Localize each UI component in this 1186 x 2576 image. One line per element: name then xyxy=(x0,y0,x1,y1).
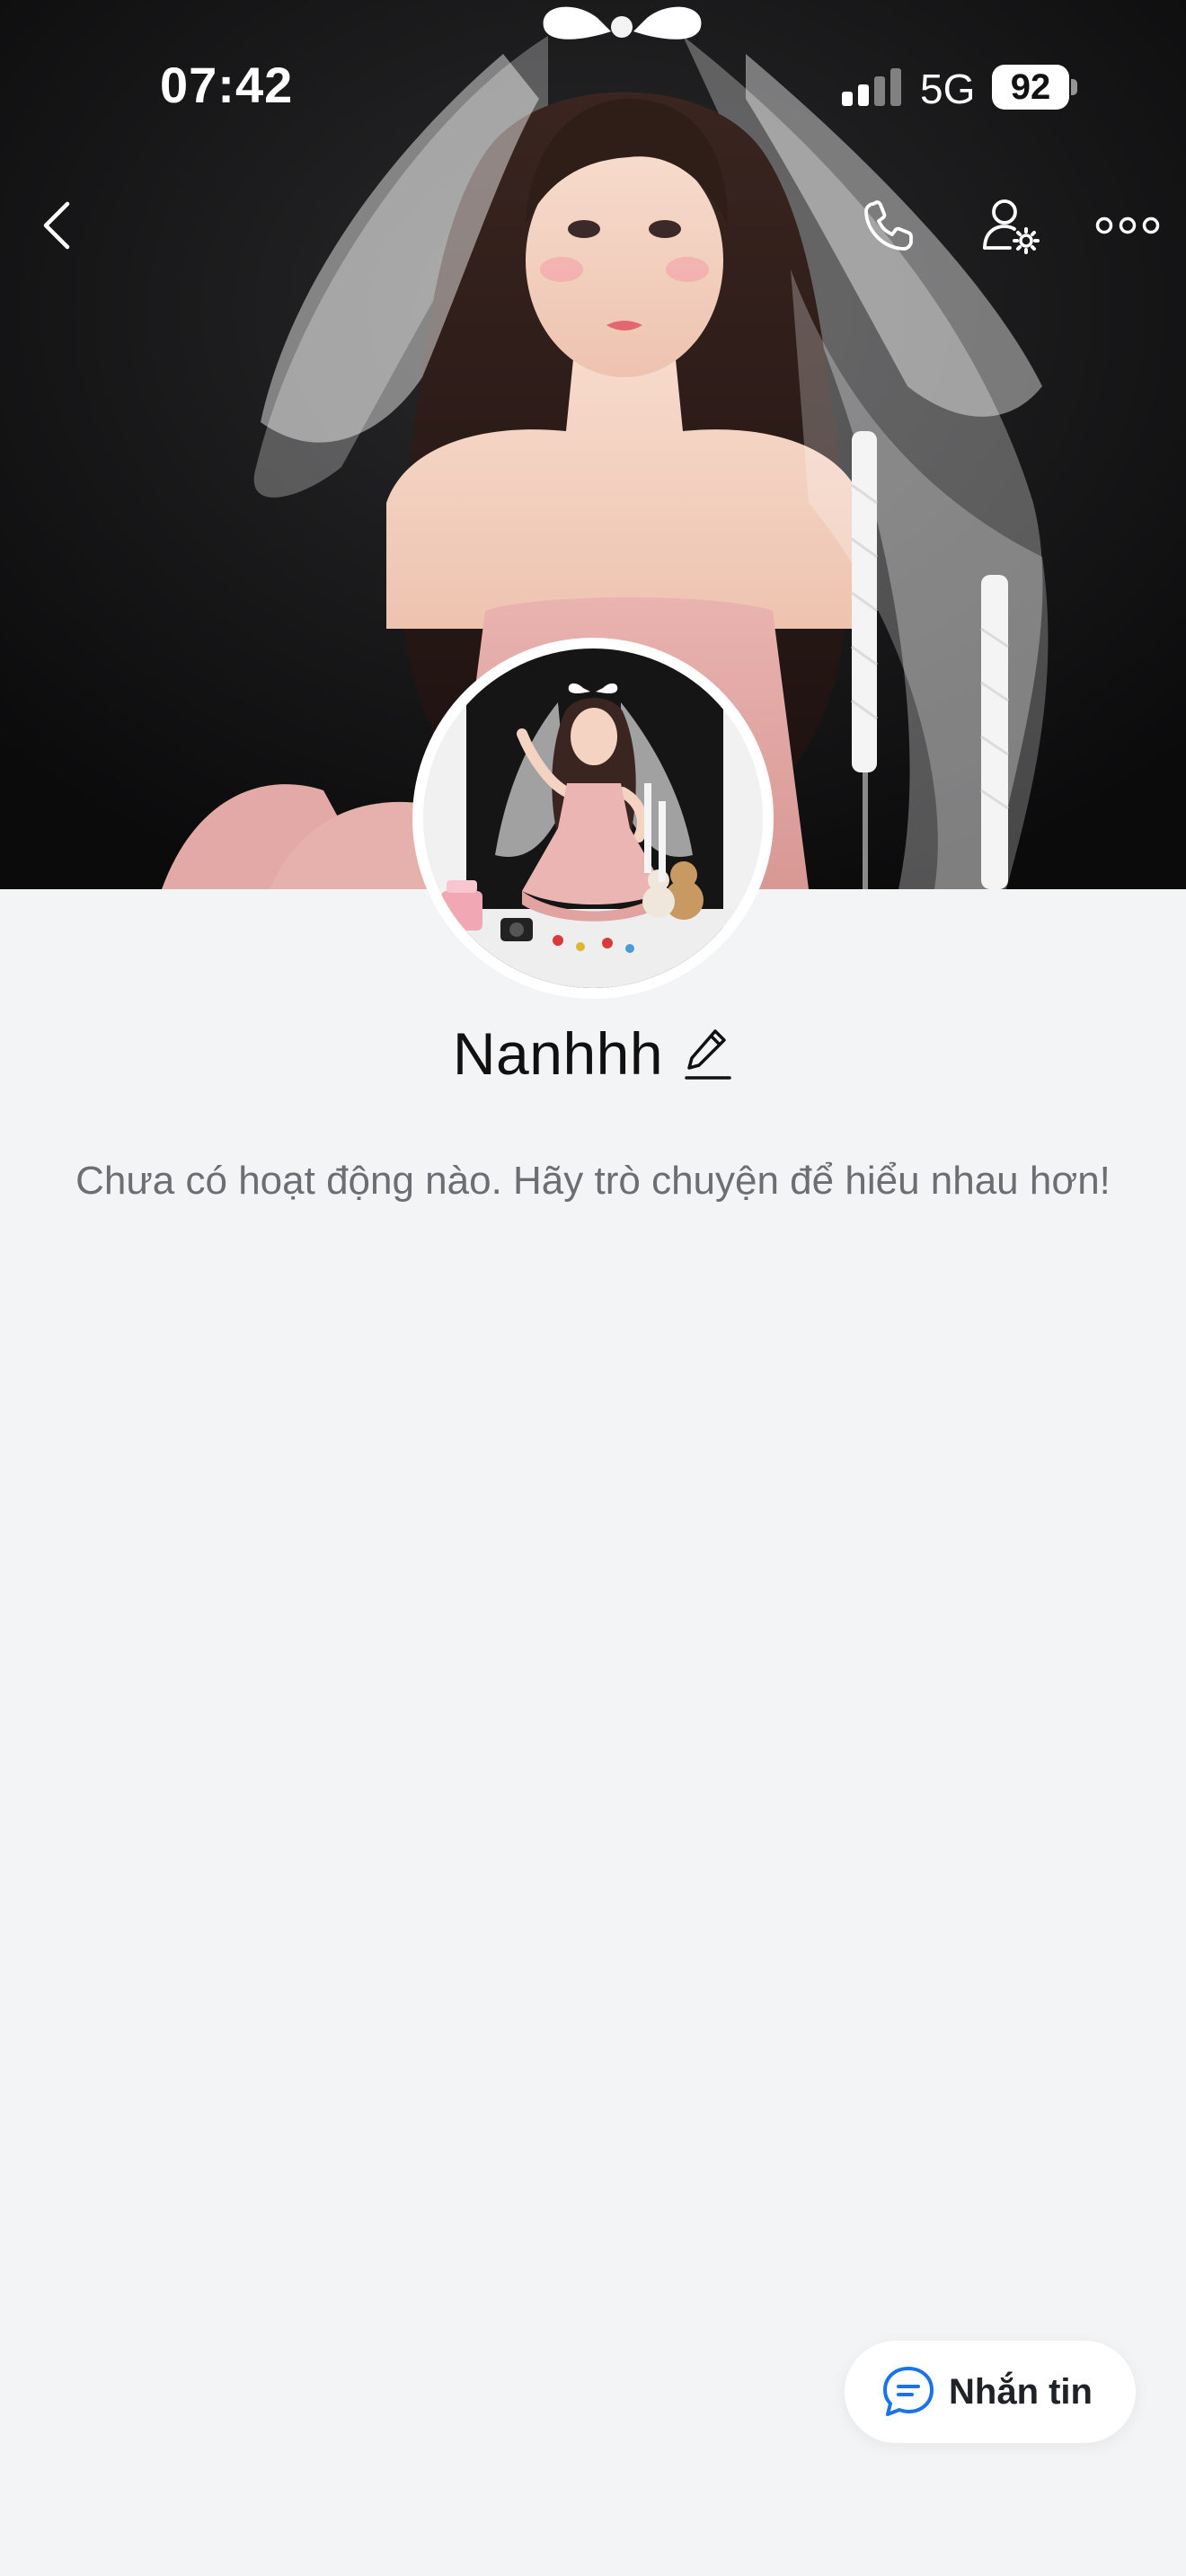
avatar-image xyxy=(423,648,763,988)
pencil-icon xyxy=(685,1029,731,1080)
call-button[interactable] xyxy=(849,185,930,266)
status-time: 07:42 xyxy=(160,57,294,113)
empty-activity-message: Chưa có hoạt động nào. Hãy trò chuyện để… xyxy=(75,1159,1111,1203)
battery-cap xyxy=(1071,79,1077,95)
cellular-signal-icon xyxy=(842,68,901,106)
edit-name-button[interactable] xyxy=(683,1025,733,1082)
phone-icon xyxy=(864,200,913,251)
battery-level: 92 xyxy=(1010,67,1051,107)
battery-icon: 92 xyxy=(992,65,1069,110)
more-options-button[interactable] xyxy=(1087,185,1168,266)
avatar[interactable] xyxy=(412,638,774,999)
more-horizontal-icon xyxy=(1095,216,1160,234)
send-message-label: Nhắn tin xyxy=(949,2371,1093,2412)
network-type: 5G xyxy=(920,66,976,112)
profile-name-row: Nanhhh xyxy=(0,1019,1186,1088)
profile-settings-button[interactable] xyxy=(970,185,1051,266)
chat-bubble-icon xyxy=(881,2364,936,2420)
back-button[interactable] xyxy=(16,185,97,266)
chevron-left-icon xyxy=(43,201,70,250)
send-message-button[interactable]: Nhắn tin xyxy=(845,2341,1136,2443)
profile-name: Nanhhh xyxy=(452,1020,664,1087)
status-bar: 07:42 5G 92 xyxy=(0,0,1186,180)
user-settings-icon xyxy=(983,199,1040,254)
